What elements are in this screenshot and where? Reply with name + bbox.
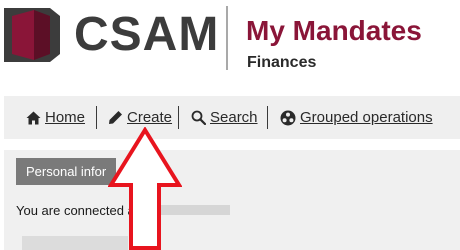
tab-personal-information[interactable]: Personal infor — [16, 158, 117, 185]
app-subtitle: Finances — [247, 54, 317, 71]
nav-separator — [267, 106, 268, 129]
annotation-arrow-icon — [108, 127, 182, 250]
nav-item-search-label: Search — [210, 109, 258, 126]
logo-text: CSAM — [74, 8, 220, 61]
app-title: My Mandates — [246, 15, 422, 46]
header-divider — [226, 6, 228, 70]
nav-item-create-label: Create — [127, 109, 173, 126]
nav-item-home[interactable]: Home — [26, 96, 85, 139]
home-icon — [26, 111, 41, 124]
nav-item-search[interactable]: Search — [191, 96, 258, 139]
main-nav-bar: Home Create Search Grouped operations — [4, 96, 460, 139]
nav-item-grouped-operations-label: Grouped operations — [300, 109, 433, 126]
nav-item-home-label: Home — [45, 109, 86, 126]
csam-logo: CSAM — [4, 8, 218, 62]
pencil-icon — [109, 111, 122, 124]
nav-separator — [96, 106, 97, 129]
nav-separator — [178, 106, 179, 129]
search-icon — [191, 110, 206, 125]
nav-item-grouped-operations[interactable]: Grouped operations — [280, 96, 433, 139]
csam-logo-mark-icon — [4, 8, 60, 62]
grouped-operations-icon — [280, 110, 296, 125]
